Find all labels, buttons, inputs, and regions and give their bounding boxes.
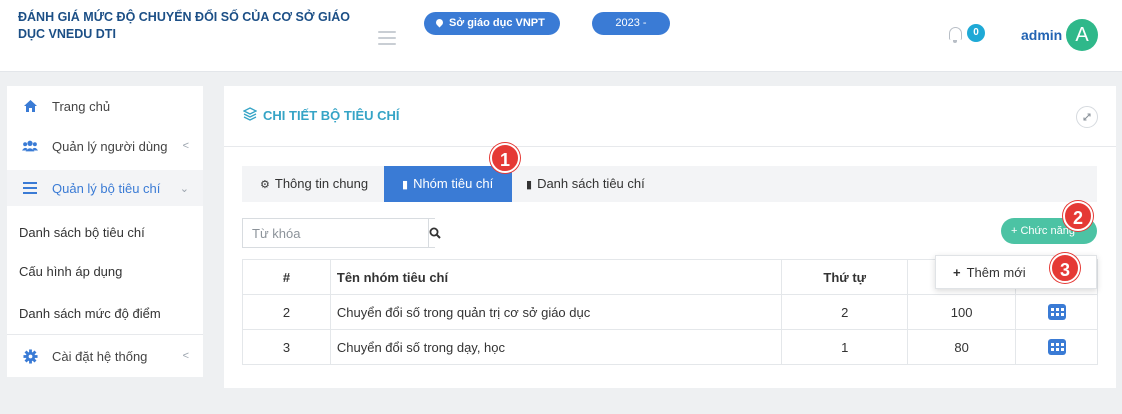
row-order: 1 — [781, 329, 909, 365]
tab-label: Thông tin chung — [274, 176, 369, 191]
row-score: 80 — [907, 329, 1017, 365]
chevron-left-icon: < — [182, 140, 189, 152]
sidebar-item-label: Trang chủ — [52, 98, 111, 114]
bell-icon[interactable] — [949, 27, 962, 43]
year-selector[interactable]: 2023 - 2024 — [592, 12, 670, 52]
tab-bar: ⚙ Thông tin chung ▮ Nhóm tiêu chí ▮ Danh sá… — [242, 166, 1097, 202]
row-actions — [1015, 329, 1098, 365]
list-icon — [22, 180, 38, 196]
sidebar-item-criteria[interactable]: Quản lý bộ tiêu chí ⌄ — [7, 170, 203, 206]
layers-icon — [242, 107, 258, 124]
sidebar-subitem-config[interactable]: Cấu hình áp dụng — [7, 252, 203, 292]
row-name: Chuyển đổi số trong quản trị cơ sở giáo … — [329, 294, 783, 330]
table-row: 2 Chuyển đổi số trong quản trị cơ sở giá… — [242, 294, 1098, 330]
book-icon: ▮ — [402, 179, 409, 191]
search-icon — [429, 227, 441, 239]
tab-general-info[interactable]: ⚙ Thông tin chung — [242, 166, 384, 202]
user-name[interactable]: admin — [1021, 27, 1062, 43]
gear-icon: ⚙ — [260, 179, 270, 191]
row-actions — [1015, 294, 1098, 330]
tab-label: Nhóm tiêu chí — [413, 176, 494, 191]
org-selector[interactable]: Sở giáo dục VNPT IT — [424, 12, 560, 52]
chevron-down-icon: ⌄ — [179, 182, 189, 195]
expand-button[interactable] — [1076, 106, 1098, 128]
location-pin-icon — [434, 17, 445, 28]
users-icon — [22, 138, 38, 154]
plus-icon: + — [953, 265, 961, 280]
step-callout-1: 1 — [490, 143, 520, 173]
sidebar-item-label: Quản lý bộ tiêu chí — [52, 180, 161, 196]
search-box — [242, 218, 441, 248]
criteria-detail-panel: CHI TIẾT BỘ TIÊU CHÍ ⚙ Thông tin chung ▮ N… — [224, 86, 1116, 388]
tab-label: Danh sách tiêu chí — [537, 176, 645, 191]
tab-criteria-groups[interactable]: ▮ Nhóm tiêu chí — [384, 166, 512, 202]
expand-icon — [1083, 113, 1091, 121]
org-label: Sở giáo dục VNPT IT — [436, 17, 545, 52]
sidebar-subitem-criteria-list[interactable]: Danh sách bộ tiêu chí — [7, 213, 203, 253]
row-number: 3 — [242, 329, 331, 365]
row-name: Chuyển đổi số trong dạy, học — [329, 329, 783, 365]
sidebar-subitem-score-levels[interactable]: Danh sách mức độ điểm — [7, 294, 203, 334]
panel-divider — [224, 146, 1116, 147]
sidebar-item-label: Cài đặt hệ thống — [52, 348, 148, 364]
sidebar: Trang chủ Quản lý người dùng < Quản lý b… — [7, 86, 203, 377]
row-score: 100 — [907, 294, 1017, 330]
grid-menu-icon[interactable] — [1047, 304, 1066, 321]
step-callout-2: 2 — [1063, 201, 1093, 231]
top-header: ĐÁNH GIÁ MỨC ĐỘ CHUYỂN ĐỔI SỐ CỦA CƠ SỞ … — [0, 0, 1122, 72]
page-title-text: CHI TIẾT BỘ TIÊU CHÍ — [263, 108, 400, 123]
step-callout-3: 3 — [1050, 253, 1080, 283]
sidebar-divider — [7, 334, 203, 335]
notification-badge: 0 — [967, 24, 985, 42]
grid-menu-icon[interactable] — [1047, 339, 1066, 356]
page-title: CHI TIẾT BỘ TIÊU CHÍ — [242, 107, 400, 124]
sidebar-item-settings[interactable]: Cài đặt hệ thống < — [7, 338, 203, 374]
book-icon: ▮ — [526, 179, 533, 191]
row-number: 2 — [242, 294, 331, 330]
table-row: 3 Chuyển đổi số trong dạy, học 1 80 — [242, 329, 1098, 365]
menu-item-label: Thêm mới — [966, 265, 1026, 280]
sidebar-item-home[interactable]: Trang chủ — [7, 88, 203, 124]
row-order: 2 — [781, 294, 909, 330]
column-header: Thứ tự — [781, 259, 909, 295]
chevron-left-icon: < — [182, 350, 189, 362]
menu-toggle-icon[interactable] — [378, 31, 396, 45]
search-button[interactable] — [428, 219, 441, 247]
tab-criteria-list[interactable]: ▮ Danh sách tiêu chí — [512, 166, 672, 202]
sidebar-item-users[interactable]: Quản lý người dùng < — [7, 128, 203, 164]
column-header: Tên nhóm tiêu chí — [329, 259, 783, 295]
home-icon — [22, 98, 38, 114]
app-title: ĐÁNH GIÁ MỨC ĐỘ CHUYỂN ĐỔI SỐ CỦA CƠ SỞ … — [18, 10, 350, 41]
sidebar-item-label: Quản lý người dùng — [52, 138, 168, 154]
column-header: # — [242, 259, 331, 295]
avatar[interactable]: A — [1066, 19, 1098, 51]
search-input[interactable] — [243, 219, 428, 247]
gear-icon — [22, 348, 38, 364]
